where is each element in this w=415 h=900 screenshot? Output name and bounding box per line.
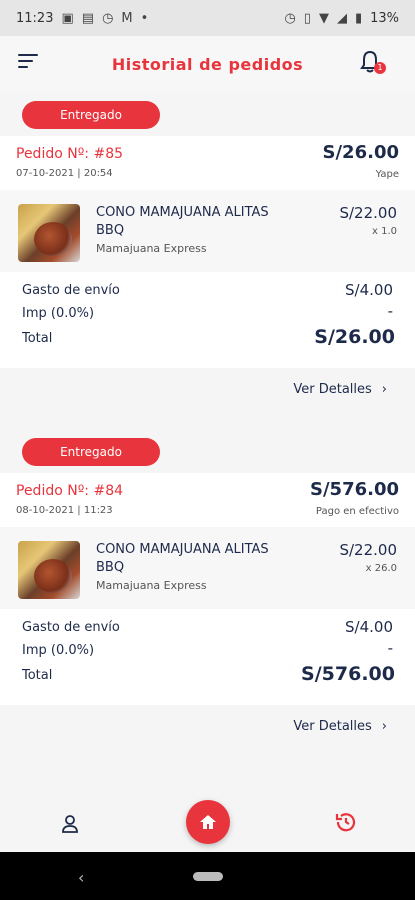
dot-icon: • [140, 10, 149, 26]
total-value: S/26.00 [314, 326, 395, 348]
bottom-navigation [0, 796, 415, 852]
view-details-label: Ver Detalles [293, 382, 372, 397]
profile-tab[interactable] [60, 814, 80, 834]
payment-method: Pago en efectivo [315, 506, 399, 517]
product-price: S/22.00 [339, 541, 397, 559]
total-value: S/576.00 [301, 663, 395, 685]
history-tab[interactable] [334, 810, 358, 834]
notification-badge: 1 [374, 62, 386, 74]
page-title: Historial de pedidos [111, 54, 304, 74]
document-icon: ▤ [81, 10, 95, 26]
signal-icon: ◢ [336, 10, 347, 26]
product-quantity: x 26.0 [365, 563, 397, 574]
system-navigation-bar: ‹ [0, 852, 415, 900]
tax-label: Imp (0.0%) [22, 643, 95, 658]
tax-value: - [387, 302, 393, 320]
product-quantity: x 1.0 [372, 226, 397, 237]
order-item: CONO MAMAJUANA ALITAS BBQ Mamajuana Expr… [0, 527, 415, 609]
shipping-value: S/4.00 [345, 618, 393, 636]
status-badge: Entregado [22, 438, 160, 466]
restaurant-name: Mamajuana Express [96, 579, 207, 592]
vibrate-icon: ▯ [303, 10, 311, 26]
product-image [18, 541, 80, 599]
shipping-label: Gasto de envío [22, 620, 120, 635]
order-header: Pedido Nº: #84 08-10-2021 | 11:23 S/576.… [0, 473, 415, 529]
status-time: 11:23 [16, 10, 54, 26]
order-total: S/576.00 [310, 479, 399, 500]
order-number: Pedido Nº: #84 [16, 483, 124, 499]
view-details-link[interactable]: Ver Detalles › [293, 719, 387, 734]
system-home-button[interactable] [193, 872, 223, 881]
view-details-link[interactable]: Ver Detalles › [293, 382, 387, 397]
order-header: Pedido Nº: #85 07-10-2021 | 20:54 S/26.0… [0, 136, 415, 192]
menu-icon[interactable] [18, 54, 40, 72]
product-image [18, 204, 80, 262]
wifi-icon: ▼ [318, 10, 329, 26]
app-header: Historial de pedidos 1 [0, 36, 415, 92]
notifications-button[interactable]: 1 [359, 50, 386, 74]
total-label: Total [22, 668, 53, 683]
order-item: CONO MAMAJUANA ALITAS BBQ Mamajuana Expr… [0, 190, 415, 272]
battery-level: 13% [370, 10, 399, 26]
image-icon: ▣ [61, 10, 74, 26]
user-icon [62, 815, 78, 833]
order-summary: Gasto de envío S/4.00 Imp (0.0%) - Total… [0, 609, 415, 705]
view-details-label: Ver Detalles [293, 719, 372, 734]
payment-method: Yape [375, 169, 399, 180]
product-price: S/22.00 [339, 204, 397, 222]
order-date: 07-10-2021 | 20:54 [16, 168, 113, 179]
order-number: Pedido Nº: #85 [16, 146, 124, 162]
shipping-label: Gasto de envío [22, 283, 120, 298]
product-name: CONO MAMAJUANA ALITAS BBQ [96, 205, 269, 238]
battery-icon: ▮ [354, 10, 363, 26]
history-icon [335, 813, 356, 832]
chevron-right-icon: › [381, 382, 387, 397]
back-icon[interactable]: ‹ [78, 868, 84, 887]
alarm-icon: ◷ [284, 10, 296, 26]
status-bar: 11:23 ▣ ▤ ◷ M • ◷ ▯ ▼ ◢ ▮ 13% [0, 0, 415, 36]
product-name: CONO MAMAJUANA ALITAS BBQ [96, 542, 269, 575]
order-total: S/26.00 [322, 142, 399, 163]
order-date: 08-10-2021 | 11:23 [16, 505, 113, 516]
restaurant-name: Mamajuana Express [96, 242, 207, 255]
home-tab[interactable] [186, 800, 230, 844]
total-label: Total [22, 331, 53, 346]
chevron-right-icon: › [381, 719, 387, 734]
home-icon [200, 815, 216, 829]
order-summary: Gasto de envío S/4.00 Imp (0.0%) - Total… [0, 272, 415, 368]
status-badge: Entregado [22, 101, 160, 129]
shipping-value: S/4.00 [345, 281, 393, 299]
tax-label: Imp (0.0%) [22, 306, 95, 321]
tax-value: - [387, 639, 393, 657]
mail-icon: M [121, 10, 133, 26]
alarm-icon: ◷ [102, 10, 114, 26]
